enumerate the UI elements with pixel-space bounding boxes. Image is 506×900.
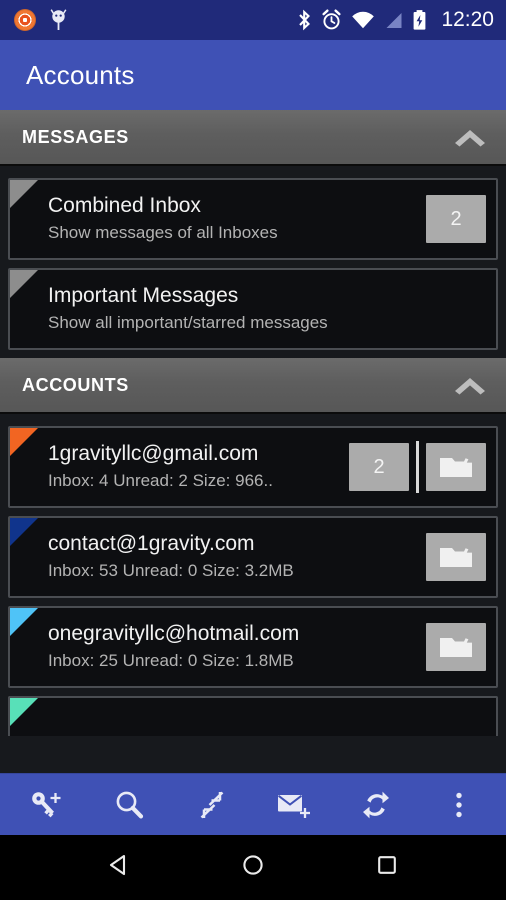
alarm-clock-icon: [321, 9, 342, 31]
accounts-rows: 1gravityllc@gmail.com Inbox: 4 Unread: 2…: [0, 414, 506, 736]
list-item[interactable]: onegravityllc@hotmail.com Inbox: 25 Unre…: [8, 606, 498, 688]
collapse-all-button[interactable]: [181, 777, 243, 833]
account-color-corner-icon: [10, 428, 38, 456]
list-item-text: 1gravityllc@gmail.com Inbox: 4 Unread: 2…: [48, 441, 349, 493]
list-item-text: Combined Inbox Show messages of all Inbo…: [48, 193, 426, 245]
more-vertical-icon: [453, 789, 465, 821]
list-item-actions: 2: [426, 180, 496, 258]
account-color-corner-icon: [10, 608, 38, 636]
android-navigation-bar: [0, 835, 506, 900]
list-item-actions: [426, 518, 496, 596]
accounts-list[interactable]: MESSAGES Combined Inbox Show messages of…: [0, 110, 506, 773]
status-bar-notification-icons: [14, 9, 67, 31]
list-item-title: 1gravityllc@gmail.com: [48, 442, 259, 465]
bluetooth-icon: [297, 9, 312, 31]
list-item-title: Important Messages: [48, 284, 239, 307]
refresh-button[interactable]: [345, 777, 407, 833]
chevron-up-icon[interactable]: [448, 117, 492, 157]
wifi-icon: [351, 9, 375, 31]
account-color-corner-icon: [10, 180, 38, 208]
overflow-menu-button[interactable]: [428, 777, 490, 833]
list-item-subtitle: Inbox: 25 Unread: 0 Size: 1.8MB: [48, 651, 294, 670]
list-item-text: Important Messages Show all important/st…: [48, 283, 496, 335]
list-item-title: Combined Inbox: [48, 194, 201, 217]
list-item[interactable]: Important Messages Show all important/st…: [8, 268, 498, 350]
nav-back-button[interactable]: [89, 838, 149, 898]
folder-icon[interactable]: [426, 533, 486, 581]
unread-count-badge[interactable]: 2: [349, 443, 409, 491]
nav-home-button[interactable]: [223, 838, 283, 898]
bottom-toolbar: [0, 773, 506, 835]
list-item-subtitle: Show messages of all Inboxes: [48, 223, 278, 242]
folder-icon[interactable]: [426, 443, 486, 491]
account-color-corner-icon: [10, 270, 38, 298]
list-item-text: contact@1gravity.com Inbox: 53 Unread: 0…: [48, 531, 426, 583]
list-item-actions: [426, 608, 496, 686]
triangle-back-icon: [105, 851, 133, 884]
action-divider: [416, 441, 419, 493]
account-color-corner-icon: [10, 518, 38, 546]
android-debug-icon: [50, 9, 67, 31]
list-item-title: contact@1gravity.com: [48, 532, 255, 555]
section-title-messages: MESSAGES: [22, 126, 129, 147]
search-icon: [113, 789, 145, 821]
status-bar-system-icons: 12:20: [297, 8, 494, 32]
page-title: Accounts: [26, 59, 135, 90]
unread-count-badge[interactable]: 2: [426, 195, 486, 243]
account-color-corner-icon: [10, 698, 38, 726]
sync-refresh-icon: [360, 789, 392, 821]
list-item-title: onegravityllc@hotmail.com: [48, 622, 300, 645]
envelope-plus-icon: [275, 789, 313, 821]
list-item[interactable]: Combined Inbox Show messages of all Inbo…: [8, 178, 498, 260]
section-header-messages[interactable]: MESSAGES: [0, 110, 506, 166]
status-bar: 12:20: [0, 0, 506, 40]
folder-icon[interactable]: [426, 623, 486, 671]
phone-screen: 12:20 Accounts MESSAGES Combined Inbox S…: [0, 0, 506, 900]
app-bar: Accounts: [0, 40, 506, 110]
chevron-up-icon[interactable]: [448, 365, 492, 405]
vlc-media-icon: [14, 9, 36, 31]
list-item-text: onegravityllc@hotmail.com Inbox: 25 Unre…: [48, 621, 426, 673]
add-account-button[interactable]: [16, 777, 78, 833]
battery-charging-icon: [412, 9, 427, 31]
list-item-subtitle: Show all important/starred messages: [48, 313, 328, 332]
cellular-signal-icon: [384, 9, 403, 31]
collapse-arrows-icon: [196, 789, 228, 821]
section-header-accounts[interactable]: ACCOUNTS: [0, 358, 506, 414]
nav-recents-button[interactable]: [357, 838, 417, 898]
messages-rows: Combined Inbox Show messages of all Inbo…: [0, 166, 506, 358]
list-item-partial[interactable]: [8, 696, 498, 736]
search-button[interactable]: [98, 777, 160, 833]
list-item[interactable]: contact@1gravity.com Inbox: 53 Unread: 0…: [8, 516, 498, 598]
circle-home-icon: [239, 851, 267, 884]
section-title-accounts: ACCOUNTS: [22, 374, 129, 395]
list-item[interactable]: 1gravityllc@gmail.com Inbox: 4 Unread: 2…: [8, 426, 498, 508]
status-bar-clock: 12:20: [441, 8, 494, 31]
key-plus-icon: [29, 790, 65, 820]
list-item-actions: 2: [349, 428, 496, 506]
list-item-subtitle: Inbox: 53 Unread: 0 Size: 3.2MB: [48, 561, 294, 580]
square-recents-icon: [373, 851, 401, 884]
list-item-subtitle: Inbox: 4 Unread: 2 Size: 966..: [48, 471, 273, 490]
compose-button[interactable]: [263, 777, 325, 833]
